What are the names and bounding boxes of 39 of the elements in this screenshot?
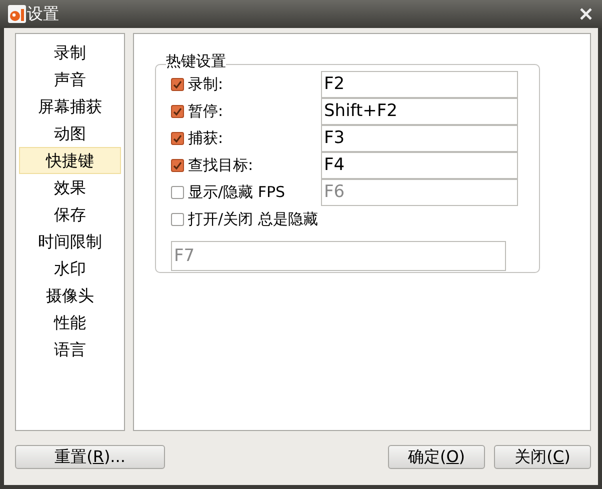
checkbox[interactable]: 录制: xyxy=(171,75,309,94)
sidebar-item[interactable]: 保存 xyxy=(19,201,121,228)
sidebar-item[interactable]: 摄像头 xyxy=(19,282,121,309)
sidebar-item[interactable]: 语言 xyxy=(19,336,121,363)
checkbox-label: 显示/隐藏 FPS xyxy=(188,183,286,202)
sidebar-item[interactable]: 录制 xyxy=(19,39,121,66)
sidebar-item[interactable]: 水印 xyxy=(19,255,121,282)
checkbox[interactable]: 查找目标: xyxy=(171,156,309,175)
checkbox-box[interactable] xyxy=(171,213,184,226)
close-icon[interactable] xyxy=(580,8,592,20)
sidebar-item[interactable]: 动图 xyxy=(19,120,121,147)
checkbox-label: 暂停: xyxy=(188,102,224,121)
app-logo-icon xyxy=(8,5,26,23)
sidebar-item[interactable]: 声音 xyxy=(19,66,121,93)
group-title: 热键设置 xyxy=(166,53,226,70)
dialog-button[interactable]: 关闭(C) xyxy=(494,445,591,469)
sidebar-item[interactable]: 性能 xyxy=(19,309,121,336)
checkbox[interactable]: 捕获: xyxy=(171,129,309,148)
checkbox-box[interactable] xyxy=(171,105,184,118)
checkbox-box[interactable] xyxy=(171,186,184,199)
sidebar-item[interactable]: 快捷键 xyxy=(19,147,121,174)
checkbox-box[interactable] xyxy=(171,78,184,91)
checkbox-box[interactable] xyxy=(171,132,184,145)
sidebar-item[interactable]: 屏幕捕获 xyxy=(19,93,121,120)
checkbox-box[interactable] xyxy=(171,159,184,172)
sidebar-item[interactable]: 时间限制 xyxy=(19,228,121,255)
checkbox[interactable]: 显示/隐藏 FPS xyxy=(171,183,309,202)
hotkey-field[interactable]: Shift+F2 xyxy=(321,98,518,125)
sidebar-item[interactable]: 效果 xyxy=(19,174,121,201)
checkbox-label: 查找目标: xyxy=(188,156,254,175)
checkbox-label: 捕获: xyxy=(188,129,224,148)
checkbox-label: 录制: xyxy=(188,75,224,94)
hotkey-field[interactable]: F4 xyxy=(321,152,518,179)
dialog-button[interactable]: 重置(R)... xyxy=(15,445,165,469)
hotkey-field[interactable]: F2 xyxy=(321,71,518,98)
hotkey-field[interactable]: F3 xyxy=(321,125,518,152)
window-title: 设置 xyxy=(27,4,60,24)
dialog-button[interactable]: 确定(O) xyxy=(388,445,485,469)
checkbox[interactable]: 暂停: xyxy=(171,102,309,121)
